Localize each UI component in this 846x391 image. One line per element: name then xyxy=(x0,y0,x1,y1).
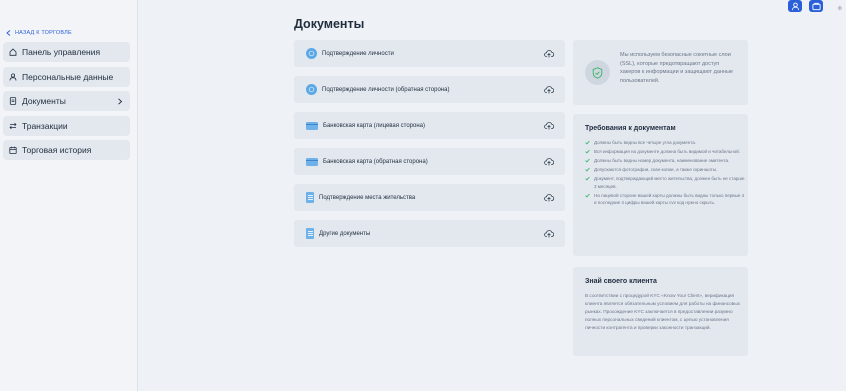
requirements-list: Должны быть видны все четыре угла докуме… xyxy=(585,139,745,208)
list-item: Вся информация на документе должна быть … xyxy=(585,148,745,155)
check-icon xyxy=(585,149,590,154)
user-menu-icon[interactable] xyxy=(788,0,802,12)
back-to-trading-link[interactable]: НАЗАД К ТОРГОВЛЕ xyxy=(6,30,72,36)
identity-badge-icon xyxy=(306,48,317,59)
document-icon xyxy=(306,228,314,239)
sidebar-item-dashboard[interactable]: Панель управления xyxy=(3,42,130,62)
sidebar-item-label: Торговая история xyxy=(22,145,92,155)
document-label: Подтверждение личности xyxy=(322,50,394,57)
cloud-upload-icon[interactable] xyxy=(544,121,554,130)
top-bar-text: Ф xyxy=(838,6,842,12)
calendar-icon xyxy=(9,146,17,154)
kyc-text: В соответствии с процедурой KYC «Know Yo… xyxy=(585,293,740,330)
cloud-upload-icon[interactable] xyxy=(544,193,554,202)
document-label: Другие документы xyxy=(319,230,371,237)
bank-card-icon xyxy=(306,121,318,130)
cloud-upload-icon[interactable] xyxy=(544,49,554,58)
requirement-text: Должны быть видны номер документа, наиме… xyxy=(594,158,730,164)
kyc-title: Знай своего клиента xyxy=(585,278,657,285)
document-label: Подтверждение личности (обратная сторона… xyxy=(322,86,450,93)
sidebar-item-label: Персональные данные xyxy=(22,72,114,82)
sidebar-item-transactions[interactable]: Транзакции xyxy=(3,116,130,136)
ssl-info-panel: Мы используем безопасные сокетные слои (… xyxy=(573,40,748,105)
chevron-left-icon xyxy=(6,30,11,36)
list-item: Должны быть видны все четыре угла докуме… xyxy=(585,139,745,146)
sidebar-item-label: Транзакции xyxy=(22,121,68,131)
sidebar-item-documents[interactable]: Документы xyxy=(3,91,130,111)
list-item: Документ, подтверждающий место жительств… xyxy=(585,175,745,190)
home-icon xyxy=(9,48,17,56)
list-item: Должны быть видны номер документа, наиме… xyxy=(585,157,745,164)
check-icon xyxy=(585,177,590,181)
wallet-icon[interactable] xyxy=(809,0,823,12)
document-label: Банковская карта (лицевая сторона) xyxy=(323,122,425,129)
document-label: Банковская карта (обратная сторона) xyxy=(323,158,428,165)
requirement-text: На лицевой стороне вашей карты должны бы… xyxy=(594,192,745,206)
sidebar-item-label: Документы xyxy=(22,96,66,106)
list-item: На лицевой стороне вашей карты должны бы… xyxy=(585,192,745,207)
shield-check-icon xyxy=(585,60,610,85)
transfer-icon xyxy=(9,122,17,130)
user-icon xyxy=(9,73,17,81)
document-row-residence[interactable]: Подтверждение места жительства xyxy=(294,184,565,211)
requirement-text: Должны быть видны все четыре угла докуме… xyxy=(594,140,697,145)
identity-badge-icon xyxy=(306,84,317,95)
document-row-bank-card-back[interactable]: Банковская карта (обратная сторона) xyxy=(294,148,565,175)
sidebar-item-trade-history[interactable]: Торговая история xyxy=(3,140,130,160)
chevron-right-icon xyxy=(118,97,123,105)
requirement-text: Допускаются фотографии, скан-копии, а та… xyxy=(594,167,718,173)
document-row-other[interactable]: Другие документы xyxy=(294,220,565,247)
document-row-identity[interactable]: Подтверждение личности xyxy=(294,40,565,67)
cloud-upload-icon[interactable] xyxy=(544,229,554,238)
sidebar: НАЗАД К ТОРГОВЛЕ Панель управления Персо… xyxy=(0,0,138,391)
check-icon xyxy=(585,193,590,198)
document-label: Подтверждение места жительства xyxy=(319,194,416,201)
requirement-text: Вся информация на документе должна быть … xyxy=(594,149,740,155)
sidebar-item-label: Панель управления xyxy=(22,47,101,57)
ssl-info-text: Мы используем безопасные сокетные слои (… xyxy=(620,52,733,84)
check-icon xyxy=(585,158,590,163)
residence-document-icon xyxy=(306,192,314,203)
sidebar-item-personal-data[interactable]: Персональные данные xyxy=(3,67,130,87)
back-link-label: НАЗАД К ТОРГОВЛЕ xyxy=(15,30,72,36)
check-icon xyxy=(585,140,590,145)
check-icon xyxy=(585,167,590,172)
document-row-identity-back[interactable]: Подтверждение личности (обратная сторона… xyxy=(294,76,565,103)
requirement-text: Документ, подтверждающий место жительств… xyxy=(594,176,745,189)
cloud-upload-icon[interactable] xyxy=(544,85,554,94)
document-row-bank-card-front[interactable]: Банковская карта (лицевая сторона) xyxy=(294,112,565,139)
document-requirements-panel: Требования к документам Должны быть видн… xyxy=(573,114,748,256)
requirements-title: Требования к документам xyxy=(585,125,676,132)
kyc-panel: Знай своего клиента В соответствии с про… xyxy=(573,267,748,356)
cloud-upload-icon[interactable] xyxy=(544,157,554,166)
list-item: Допускаются фотографии, скан-копии, а та… xyxy=(585,166,745,173)
bank-card-icon xyxy=(306,157,318,166)
document-icon xyxy=(9,97,17,105)
page-title: Документы xyxy=(294,17,365,31)
